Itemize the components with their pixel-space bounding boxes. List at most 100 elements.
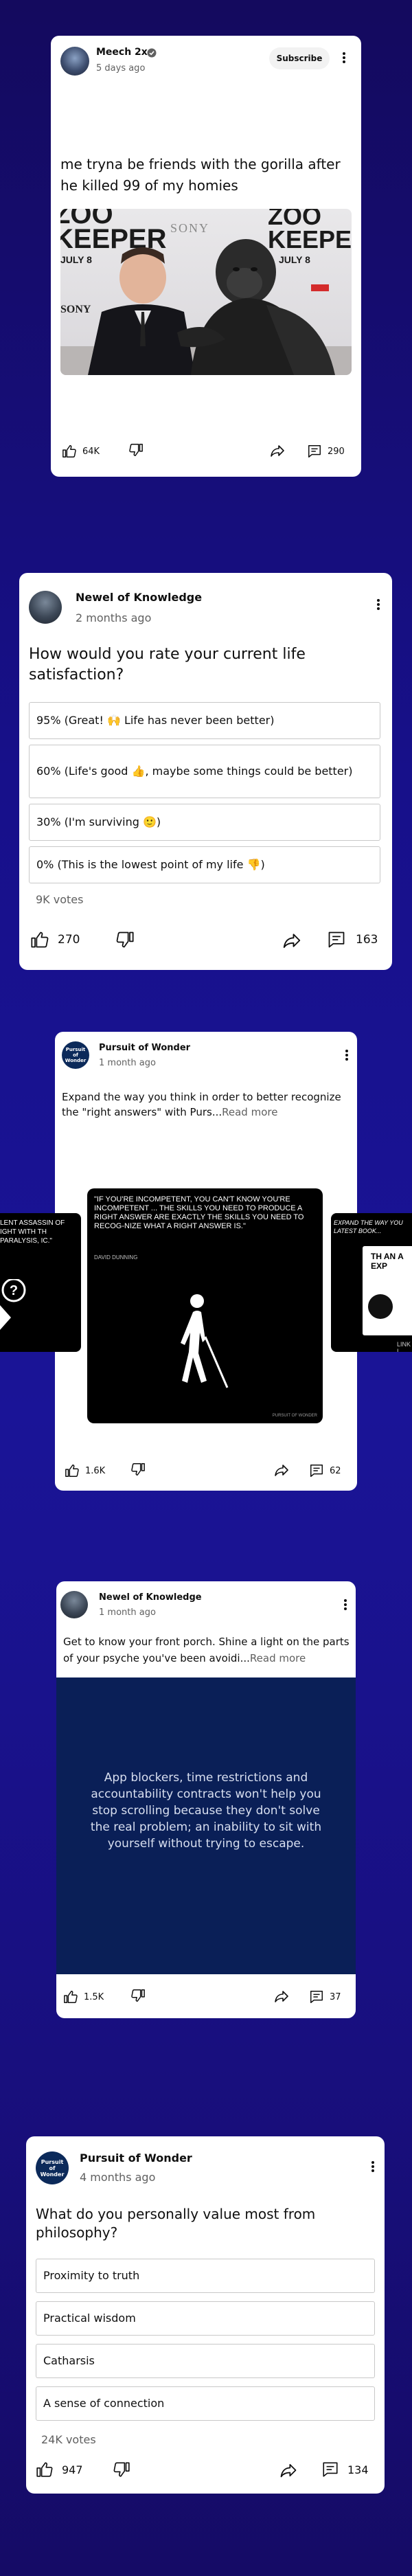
like-button[interactable]: 1.6K bbox=[65, 1460, 105, 1481]
svg-text:?: ? bbox=[10, 1283, 18, 1298]
right-slide-book: TH AN A EXP bbox=[363, 1246, 412, 1335]
channel-name[interactable]: Meech 2x bbox=[96, 47, 148, 58]
more-options-icon[interactable] bbox=[342, 1598, 349, 1612]
channel-name[interactable]: Pursuit of Wonder bbox=[80, 2151, 192, 2165]
vote-count: 24K votes bbox=[41, 2433, 96, 2446]
comments-button[interactable]: 37 bbox=[309, 1987, 341, 2007]
post-time: 1 month ago bbox=[99, 1607, 156, 1618]
comments-button[interactable]: 134 bbox=[321, 2459, 369, 2480]
thumbs-up-icon bbox=[64, 1991, 78, 2003]
post-text-body: Get to know your front porch. Shine a li… bbox=[63, 1636, 350, 1664]
avatar-logo-text: Pursuit of Wonder bbox=[65, 1047, 87, 1063]
dislike-button[interactable] bbox=[130, 1462, 146, 1477]
share-button[interactable] bbox=[279, 2461, 298, 2480]
channel-avatar[interactable] bbox=[60, 1591, 88, 1618]
action-bar: 1.5K 37 bbox=[56, 1987, 356, 2007]
thumbs-up-icon bbox=[31, 931, 49, 948]
thumbs-down-icon bbox=[129, 444, 143, 456]
comments-button[interactable]: 163 bbox=[327, 929, 378, 951]
channel-avatar[interactable]: Pursuit of Wonder bbox=[36, 2151, 69, 2184]
like-button[interactable]: 270 bbox=[30, 929, 80, 951]
quote-image[interactable]: "IF YOU'RE INCOMPETENT, YOU CAN'T KNOW Y… bbox=[87, 1188, 323, 1423]
poll-option-truth[interactable]: Proximity to truth bbox=[36, 2259, 375, 2293]
share-button[interactable] bbox=[282, 930, 302, 951]
like-button[interactable]: 947 bbox=[36, 2459, 83, 2480]
channel-avatar[interactable] bbox=[60, 47, 89, 76]
poll-option-60[interactable]: 60% (Life's good 👍, maybe some things co… bbox=[29, 745, 380, 798]
channel-avatar[interactable]: Pursuit of Wonder bbox=[62, 1041, 89, 1069]
poll-question: What do you personally value most from p… bbox=[36, 2206, 316, 2241]
post-time: 5 days ago bbox=[96, 63, 146, 74]
like-count: 1.6K bbox=[85, 1465, 106, 1476]
comment-count: 134 bbox=[347, 2463, 369, 2476]
more-options-icon[interactable] bbox=[375, 598, 382, 611]
dislike-button[interactable] bbox=[128, 442, 144, 457]
share-icon bbox=[275, 1991, 288, 2002]
poll-option-wisdom[interactable]: Practical wisdom bbox=[36, 2301, 375, 2336]
poll-option-catharsis[interactable]: Catharsis bbox=[36, 2344, 375, 2378]
dislike-button[interactable] bbox=[113, 2461, 130, 2478]
comment-count: 163 bbox=[356, 933, 378, 947]
action-bar: 1.6K 62 bbox=[55, 1460, 357, 1481]
poll-option-connection[interactable]: A sense of connection bbox=[36, 2386, 375, 2421]
subscribe-button[interactable]: Subscribe bbox=[269, 47, 330, 69]
share-button[interactable] bbox=[273, 1462, 290, 1478]
image-quote-text: App blockers, time restrictions and acco… bbox=[90, 1771, 322, 1851]
post-card-front-porch: Newel of Knowledge 1 month ago Get to kn… bbox=[56, 1581, 356, 2018]
read-more-link[interactable]: Read more bbox=[250, 1652, 306, 1664]
comments-button[interactable]: 290 bbox=[307, 441, 345, 462]
share-icon bbox=[275, 1465, 288, 1476]
comments-button[interactable]: 62 bbox=[309, 1460, 341, 1481]
blind-walker-icon bbox=[181, 1294, 229, 1388]
right-slide-text: EXPAND THE WAY YOU LATEST BOOK... bbox=[334, 1219, 403, 1234]
carousel-slide-left[interactable]: LENT ASSASSIN OF IGHT WITH TH PARALYSIS,… bbox=[0, 1213, 81, 1352]
poll-option-0[interactable]: 0% (This is the lowest point of my life … bbox=[29, 846, 380, 883]
post-card-philosophy-poll: Pursuit of Wonder Pursuit of Wonder 4 mo… bbox=[26, 2136, 385, 2494]
post-time: 2 months ago bbox=[76, 611, 152, 624]
quote-image[interactable]: App blockers, time restrictions and acco… bbox=[56, 1677, 356, 1974]
share-icon bbox=[283, 934, 301, 948]
thumbs-down-icon bbox=[113, 2462, 130, 2477]
thumbs-up-icon bbox=[62, 445, 76, 457]
quote-watermark: PURSUIT OF WONDER bbox=[272, 1414, 317, 1418]
post-text: Get to know your front porch. Shine a li… bbox=[63, 1634, 352, 1667]
channel-name[interactable]: Pursuit of Wonder bbox=[99, 1043, 190, 1053]
poll-question: How would you rate your current life sat… bbox=[29, 646, 306, 683]
like-button[interactable]: 64K bbox=[62, 441, 100, 462]
comment-count: 62 bbox=[330, 1465, 341, 1476]
more-options-icon[interactable] bbox=[341, 51, 347, 65]
share-button[interactable] bbox=[273, 1988, 290, 2004]
post-card-meech: Meech 2x 5 days ago Subscribe me tryna b… bbox=[51, 36, 361, 477]
channel-name[interactable]: Newel of Knowledge bbox=[76, 591, 202, 604]
comment-count: 37 bbox=[330, 1991, 341, 2002]
comment-icon bbox=[310, 1465, 323, 1477]
poll-option-95[interactable]: 95% (Great! 🙌 Life has never been better… bbox=[29, 702, 380, 739]
like-count: 1.5K bbox=[84, 1991, 104, 2002]
vote-count: 9K votes bbox=[36, 893, 84, 906]
post-time: 1 month ago bbox=[99, 1058, 156, 1068]
dislike-button[interactable] bbox=[130, 1988, 146, 2003]
actor-and-gorilla-photo bbox=[60, 239, 352, 375]
verified-icon bbox=[147, 47, 157, 60]
quote-author: DAVID DUNNING bbox=[94, 1254, 138, 1261]
post-image[interactable]: ZOO KEEPER JULY 8 SONY SONY ZOO KEEPER J… bbox=[60, 209, 352, 375]
question-mark-icon: ? bbox=[0, 1279, 26, 1330]
read-more-link[interactable]: Read more bbox=[222, 1106, 277, 1118]
channel-avatar[interactable] bbox=[29, 591, 62, 624]
share-button[interactable] bbox=[269, 442, 286, 459]
share-icon bbox=[271, 445, 284, 457]
post-time: 4 months ago bbox=[80, 2171, 156, 2184]
comment-icon bbox=[308, 445, 321, 457]
dislike-button[interactable] bbox=[115, 930, 135, 949]
book-title: TH AN A EXP bbox=[371, 1252, 404, 1271]
thumbs-down-icon bbox=[116, 931, 134, 948]
share-icon bbox=[280, 2463, 297, 2478]
poll-option-30[interactable]: 30% (I'm surviving 🙂) bbox=[29, 804, 380, 841]
carousel-slide-right[interactable]: EXPAND THE WAY YOU LATEST BOOK... TH AN … bbox=[331, 1213, 412, 1352]
action-bar: 270 163 bbox=[19, 929, 392, 949]
like-button[interactable]: 1.5K bbox=[63, 1987, 104, 2007]
more-options-icon[interactable] bbox=[369, 2160, 376, 2173]
post-text: me tryna be friends with the gorilla aft… bbox=[60, 156, 341, 194]
more-options-icon[interactable] bbox=[343, 1048, 350, 1062]
channel-name[interactable]: Newel of Knowledge bbox=[99, 1592, 202, 1603]
